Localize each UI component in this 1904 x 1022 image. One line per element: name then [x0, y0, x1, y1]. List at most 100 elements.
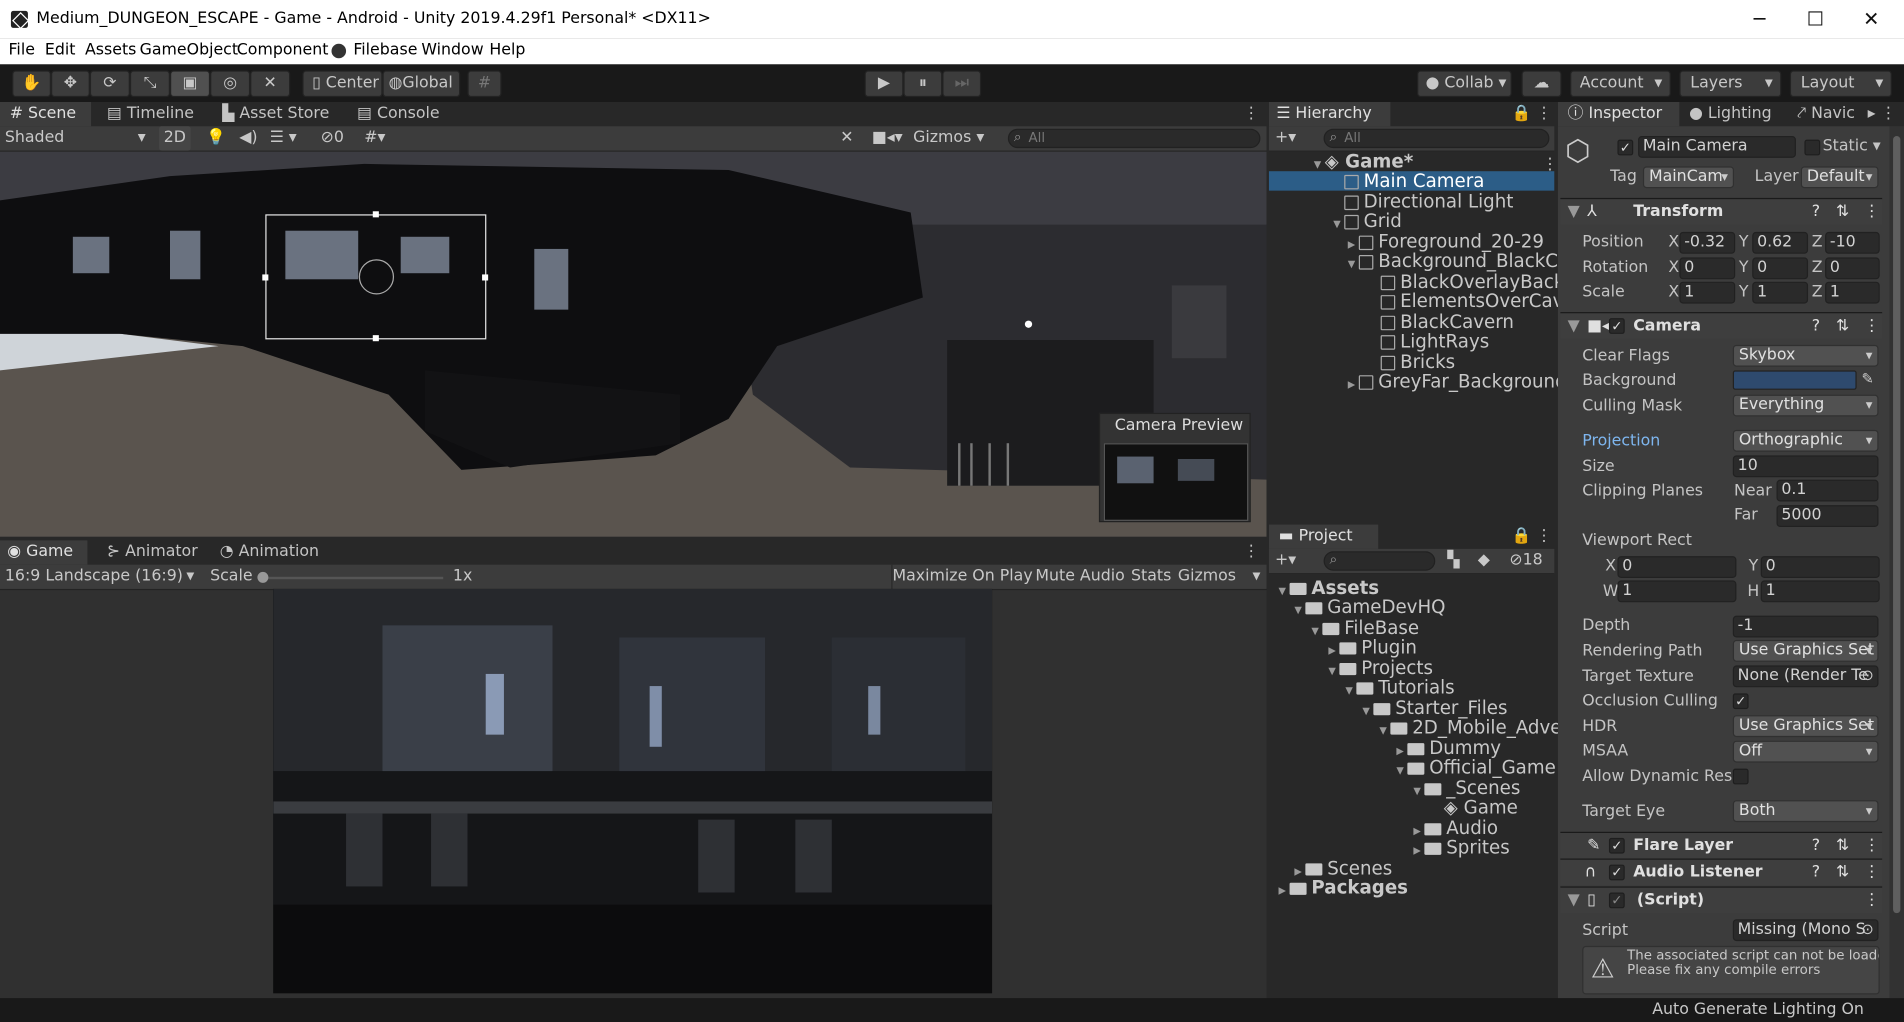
script-picker-icon[interactable]: ⊙: [1862, 920, 1874, 937]
tab-timeline[interactable]: ▤ Timeline: [107, 102, 210, 126]
viewport-w-field[interactable]: 1: [1617, 580, 1737, 603]
gizmos-dropdown[interactable]: Gizmos ▾: [913, 126, 998, 150]
script-field[interactable]: Missing (Mono S: [1732, 919, 1879, 942]
project-item-filebase[interactable]: ▼ FileBase: [1308, 618, 1419, 637]
project-item-dummy[interactable]: ▶ Dummy: [1393, 738, 1501, 757]
lighting-toggle-icon[interactable]: 💡: [206, 126, 226, 150]
shading-mode-dropdown[interactable]: Shaded ▾: [5, 126, 148, 150]
tab-inspector[interactable]: ⓘ Inspector: [1557, 102, 1680, 127]
camera-settings-icon[interactable]: ■◂▾: [872, 126, 903, 150]
grid-toggle-icon[interactable]: #▾: [364, 126, 385, 150]
project-create-icon[interactable]: +▾: [1275, 549, 1296, 573]
tabs-overflow-icon[interactable]: ▸ ⋮: [1868, 102, 1897, 126]
camera-header[interactable]: ▼ ■◂ ✓ Camera ? ⇅ ⋮: [1560, 312, 1883, 339]
target-texture-field[interactable]: None (Render Te: [1732, 665, 1879, 688]
layer-dropdown[interactable]: Default: [1800, 166, 1879, 189]
scale-z-field[interactable]: 1: [1825, 281, 1880, 304]
lock-icon[interactable]: 🔒: [1512, 102, 1532, 126]
viewport-x-field[interactable]: 0: [1617, 556, 1737, 579]
hidden-packages-toggle[interactable]: ⊘18: [1509, 549, 1542, 573]
hidden-objects-toggle[interactable]: ⊘0: [321, 126, 344, 150]
presets-icon[interactable]: ⇅: [1836, 317, 1849, 335]
scale-x-field[interactable]: 1: [1679, 281, 1736, 304]
tab-animator[interactable]: ⊱ Animator: [107, 540, 210, 564]
tab-project[interactable]: ▬ Project: [1268, 524, 1379, 549]
presets-icon[interactable]: ⇅: [1836, 837, 1849, 855]
menu-file[interactable]: File: [9, 41, 35, 59]
hierarchy-search-input[interactable]: All: [1323, 128, 1550, 149]
active-checkbox[interactable]: ✓: [1617, 139, 1634, 156]
project-item-game-scene[interactable]: ◈ Game: [1444, 798, 1518, 817]
viewport-y-field[interactable]: 0: [1760, 556, 1880, 579]
object-name-input[interactable]: Main Camera: [1638, 136, 1796, 158]
clear-flags-dropdown[interactable]: Skybox: [1732, 344, 1879, 367]
component-menu-icon[interactable]: ⋮: [1864, 837, 1880, 855]
size-field[interactable]: 10: [1732, 455, 1879, 478]
pivot-global-button[interactable]: ◍Global: [382, 70, 461, 98]
scale-tool-icon[interactable]: ⤡: [129, 70, 171, 98]
create-add-icon[interactable]: +▾: [1275, 126, 1296, 150]
project-item-projects[interactable]: ▼ Projects: [1325, 658, 1433, 677]
project-item-tutorials[interactable]: ▼ Tutorials: [1342, 678, 1454, 697]
background-color-swatch[interactable]: [1732, 370, 1857, 390]
tab-scene[interactable]: # Scene: [0, 102, 92, 127]
position-z-field[interactable]: -10: [1825, 231, 1880, 254]
pivot-center-button[interactable]: ▯ Center: [302, 70, 383, 98]
far-field[interactable]: 5000: [1776, 505, 1879, 528]
viewport-h-field[interactable]: 1: [1760, 580, 1880, 603]
tab-navigation[interactable]: ⤤ Navic: [1797, 102, 1870, 126]
mute-audio-toggle[interactable]: Mute Audio: [1035, 565, 1126, 589]
filter-type-icon[interactable]: ▚: [1447, 549, 1459, 573]
component-menu-icon[interactable]: ⋮: [1864, 317, 1880, 335]
project-menu-icon[interactable]: ⋮: [1536, 525, 1552, 549]
tab-console[interactable]: ▤ Console: [357, 102, 454, 126]
hierarchy-menu-icon[interactable]: ⋮: [1536, 102, 1552, 126]
cloud-icon[interactable]: ☁: [1521, 70, 1562, 98]
stats-toggle[interactable]: Stats: [1128, 565, 1174, 589]
maximize-on-play-toggle[interactable]: Maximize On Play: [891, 564, 1033, 589]
msaa-dropdown[interactable]: Off: [1732, 740, 1879, 763]
component-menu-icon[interactable]: ⋮: [1864, 891, 1880, 909]
filter-label-icon[interactable]: ◆: [1478, 549, 1490, 573]
project-item-sprites[interactable]: ▶ Sprites: [1410, 838, 1509, 857]
inspector-scrollbar-thumb[interactable]: [1893, 136, 1901, 914]
component-menu-icon[interactable]: ⋮: [1864, 863, 1880, 881]
more-options-icon[interactable]: ⋮: [1243, 102, 1259, 126]
help-icon[interactable]: ?: [1812, 203, 1820, 221]
hierarchy-item-greyfar[interactable]: ▶ GreyFar_Background_0-: [1344, 372, 1594, 391]
project-item-plugin[interactable]: ▶ Plugin: [1325, 638, 1417, 657]
transform-tool-icon[interactable]: ◎: [210, 70, 251, 98]
hdr-dropdown[interactable]: Use Graphics Set: [1732, 715, 1879, 738]
layout-dropdown[interactable]: Layout ▾: [1789, 70, 1892, 98]
move-tool-icon[interactable]: ✥: [51, 70, 90, 98]
project-search-input[interactable]: [1323, 551, 1436, 571]
menu-assets[interactable]: Assets: [85, 41, 136, 59]
depth-field[interactable]: -1: [1732, 615, 1879, 638]
account-dropdown[interactable]: Account ▾: [1570, 70, 1671, 98]
static-dropdown[interactable]: Static ▾: [1823, 137, 1881, 155]
help-icon[interactable]: ?: [1812, 317, 1820, 335]
hierarchy-item-blackcavern[interactable]: BlackCavern: [1380, 312, 1514, 332]
menu-window[interactable]: Window: [421, 41, 483, 59]
project-item-audio[interactable]: ▶ Audio: [1410, 818, 1498, 837]
project-item-starter-files[interactable]: ▼ Starter_Files: [1359, 698, 1507, 717]
step-button[interactable]: ⏭: [942, 70, 982, 98]
tab-lighting[interactable]: ● Lighting: [1689, 102, 1792, 126]
menu-component[interactable]: Component: [237, 41, 329, 59]
inspector-scrollbar[interactable]: [1889, 126, 1904, 999]
help-icon[interactable]: ?: [1812, 863, 1820, 881]
menu-filebase[interactable]: Filebase: [353, 41, 417, 59]
near-field[interactable]: 0.1: [1776, 479, 1879, 502]
hierarchy-item-grid[interactable]: ▼ Grid: [1330, 211, 1402, 230]
flare-layer-header[interactable]: ✎ ✓ Flare Layer ? ⇅ ⋮: [1560, 831, 1883, 859]
transform-header[interactable]: ▼ ⅄ Transform ? ⇅ ⋮: [1560, 197, 1883, 225]
audio-toggle-icon[interactable]: ◀): [239, 126, 257, 150]
effects-icon[interactable]: ☰ ▾: [270, 126, 297, 150]
position-x-field[interactable]: -0.32: [1679, 231, 1736, 254]
layers-dropdown[interactable]: Layers ▾: [1679, 70, 1782, 98]
menu-gameobject[interactable]: GameObject: [140, 41, 238, 59]
projection-dropdown[interactable]: Orthographic: [1732, 429, 1879, 452]
scene-menu-icon[interactable]: ⋮: [1542, 155, 1558, 173]
minimize-button[interactable]: ─: [1732, 0, 1788, 39]
script-enabled-checkbox[interactable]: ✓: [1608, 892, 1625, 909]
